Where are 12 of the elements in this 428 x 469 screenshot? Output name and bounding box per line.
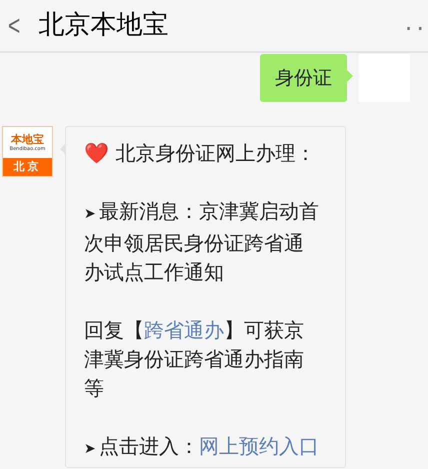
city-label: 北京 [3, 158, 52, 176]
message-text: ❤ 北京身份证网上办理： [84, 140, 316, 167]
link[interactable]: 跨省通办 [144, 318, 224, 342]
header-title: 北京本地宝 [38, 9, 168, 42]
logo-text: 本地宝 [11, 134, 44, 144]
bubble-tail [347, 70, 353, 82]
message-text: ➤ 点击进入：网上预约入口 [84, 433, 320, 460]
more-button[interactable]: .. [404, 4, 428, 40]
message-text: ➤ 最新消息：京津冀启动首次申领居民身份证跨省通办试点工作通知 [84, 198, 320, 286]
link[interactable]: 网上预约入口 [199, 434, 319, 458]
back-button[interactable]: < [8, 12, 20, 40]
message-text: 回复【跨省通办】可获京津冀身份证跨省通办指南等 [84, 317, 305, 402]
